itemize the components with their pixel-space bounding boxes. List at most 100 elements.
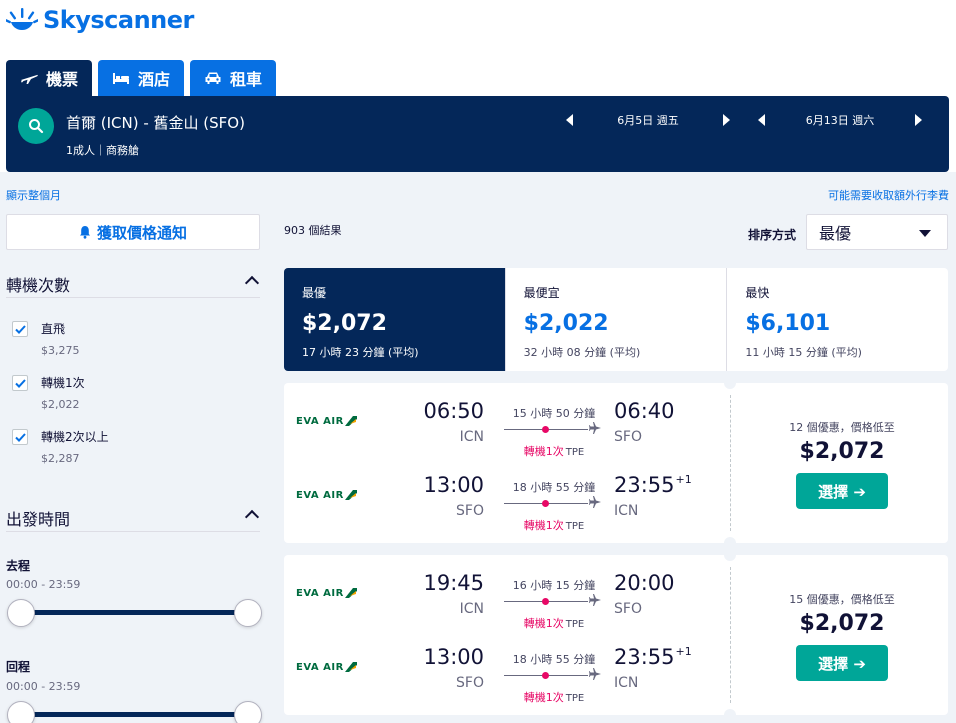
stop-dot [542, 426, 549, 433]
departure-airport: ICN [459, 429, 484, 445]
depart-date[interactable]: 6月5日 週五 [573, 112, 723, 128]
via-airport: TPE [565, 619, 585, 630]
price-alert-button[interactable]: 獲取價格通知 [6, 214, 260, 250]
divider [6, 297, 260, 298]
summary-duration: 17 小時 23 分鐘 (平均) [302, 346, 419, 359]
stop-option-two-plus[interactable]: 轉機2次以上 $2,287 [12, 428, 109, 468]
arrival-time: 23:55+1 [614, 645, 692, 669]
collapse-stops-icon[interactable] [244, 275, 260, 291]
show-whole-month-link[interactable]: 顯示整個月 [6, 187, 61, 203]
eva-wing-icon [344, 416, 357, 426]
return-slider-track[interactable] [20, 712, 248, 717]
brand-name: Skyscanner [43, 6, 194, 34]
airline-name: EVA AIR [296, 415, 344, 427]
tab-flights-label: 機票 [46, 70, 79, 89]
flight-duration: 18 小時 55 分鐘 [512, 481, 596, 494]
check-icon [14, 324, 26, 334]
stop-dot [542, 500, 549, 507]
return-leg: EVA AIR 13:00 SFO 18 小時 55 分鐘 轉機1次 TPE 23… [284, 473, 730, 532]
arrival-airport: SFO [614, 601, 642, 617]
arrival-time-value: 23:55 [614, 473, 675, 497]
departure-airport: ICN [459, 601, 484, 617]
return-date[interactable]: 6月13日 週六 [765, 112, 915, 128]
search-icon [29, 119, 44, 134]
outbound-leg: EVA AIR 19:45 ICN 16 小時 15 分鐘 轉機1次 TPE 20… [284, 571, 730, 630]
bell-icon [79, 226, 90, 239]
checkbox[interactable] [12, 321, 28, 337]
tab-hotels[interactable]: 酒店 [98, 60, 185, 96]
outbound-slider-min-handle[interactable] [7, 599, 35, 627]
departure-airport: SFO [456, 675, 484, 691]
tab-flights[interactable]: 機票 [6, 60, 93, 96]
car-icon [205, 72, 221, 84]
departure-time: 13:00 [423, 645, 484, 669]
skyscanner-logo[interactable]: Skyscanner [6, 6, 194, 34]
plane-icon [589, 594, 601, 606]
summary-price: $2,072 [302, 311, 387, 336]
deal-count: 15 個優惠，價格低至 [789, 593, 895, 606]
arrival-airport: SFO [614, 429, 642, 445]
ticket-notch [724, 537, 736, 549]
stop-option-one[interactable]: 轉機1次 $2,022 [12, 374, 85, 414]
summary-cheapest[interactable]: 最便宜 $2,022 32 小時 08 分鐘 (平均) [506, 268, 728, 371]
ticket-notch [724, 377, 736, 389]
departure-time-filter-title[interactable]: 出發時間 [6, 506, 70, 530]
stop-option-direct[interactable]: 直飛 $3,275 [12, 320, 80, 360]
search-summary-bar[interactable]: 首爾 (ICN) - 舊金山 (SFO) 1成人｜商務艙 6月5日 週五 6月1… [6, 96, 949, 172]
next-depart-date-icon[interactable] [723, 114, 730, 126]
return-slider-min-handle[interactable] [7, 701, 35, 723]
checkbox[interactable] [12, 429, 28, 445]
outbound-slider-track[interactable] [20, 610, 248, 615]
divider [6, 531, 260, 532]
baggage-fee-link[interactable]: 可能需要收取額外行李費 [828, 187, 949, 203]
stop-dot [542, 598, 549, 605]
sort-select[interactable]: 最優 [806, 214, 948, 250]
return-date-picker: 6月13日 週六 [758, 112, 922, 128]
select-flight-button[interactable]: 選擇 ➔ [796, 473, 888, 509]
summary-label: 最快 [745, 286, 770, 300]
flight-price: $2,072 [799, 611, 885, 636]
prev-return-date-icon[interactable] [758, 114, 765, 126]
flight-duration: 15 小時 50 分鐘 [512, 407, 596, 420]
sort-value: 最優 [819, 224, 852, 243]
stops-filter-title[interactable]: 轉機次數 [6, 272, 70, 296]
plane-icon [589, 422, 601, 434]
stop-option-label: 直飛 [41, 322, 66, 336]
stop-option-label: 轉機2次以上 [41, 430, 109, 444]
flight-card[interactable]: EVA AIR 06:50 ICN 15 小時 50 分鐘 轉機1次 TPE 06… [284, 377, 948, 549]
prev-depart-date-icon[interactable] [566, 114, 573, 126]
results-count: 903 個結果 [284, 224, 342, 237]
stops-count: 轉機1次 [523, 691, 564, 704]
next-return-date-icon[interactable] [915, 114, 922, 126]
search-button[interactable] [18, 108, 54, 144]
tab-hotels-label: 酒店 [138, 70, 171, 89]
ticket-divider [730, 567, 731, 703]
return-slider-max-handle[interactable] [234, 701, 262, 723]
departure-time: 19:45 [423, 571, 484, 595]
eva-wing-icon [344, 662, 357, 672]
summary-price: $2,022 [523, 311, 609, 336]
flight-card[interactable]: EVA AIR 19:45 ICN 16 小時 15 分鐘 轉機1次 TPE 20… [284, 549, 948, 721]
airline-name: EVA AIR [296, 489, 344, 501]
collapse-time-icon[interactable] [244, 509, 260, 525]
tab-cars[interactable]: 租車 [190, 60, 277, 96]
next-day-indicator: +1 [675, 473, 692, 486]
return-range: 00:00 - 23:59 [6, 680, 81, 693]
summary-label: 最便宜 [523, 286, 560, 300]
outbound-leg: EVA AIR 06:50 ICN 15 小時 50 分鐘 轉機1次 TPE 06… [284, 399, 730, 458]
summary-fastest[interactable]: 最快 $6,101 11 小時 15 分鐘 (平均) [727, 268, 948, 371]
outbound-slider-max-handle[interactable] [234, 599, 262, 627]
stops-count: 轉機1次 [523, 617, 564, 630]
select-flight-button[interactable]: 選擇 ➔ [796, 645, 888, 681]
stop-option-price: $2,287 [41, 452, 80, 465]
airline-logo: EVA AIR [296, 587, 358, 599]
return-label: 回程 [6, 660, 31, 674]
checkbox[interactable] [12, 375, 28, 391]
departure-time: 13:00 [423, 473, 484, 497]
via-airport: TPE [565, 693, 585, 704]
flight-duration: 18 小時 55 分鐘 [512, 653, 596, 666]
stops-info: 轉機1次 TPE [504, 443, 604, 459]
summary-best[interactable]: 最優 $2,072 17 小時 23 分鐘 (平均) [284, 268, 506, 371]
deal-count: 12 個優惠，價格低至 [789, 421, 895, 434]
sort-label: 排序方式 [748, 228, 797, 242]
